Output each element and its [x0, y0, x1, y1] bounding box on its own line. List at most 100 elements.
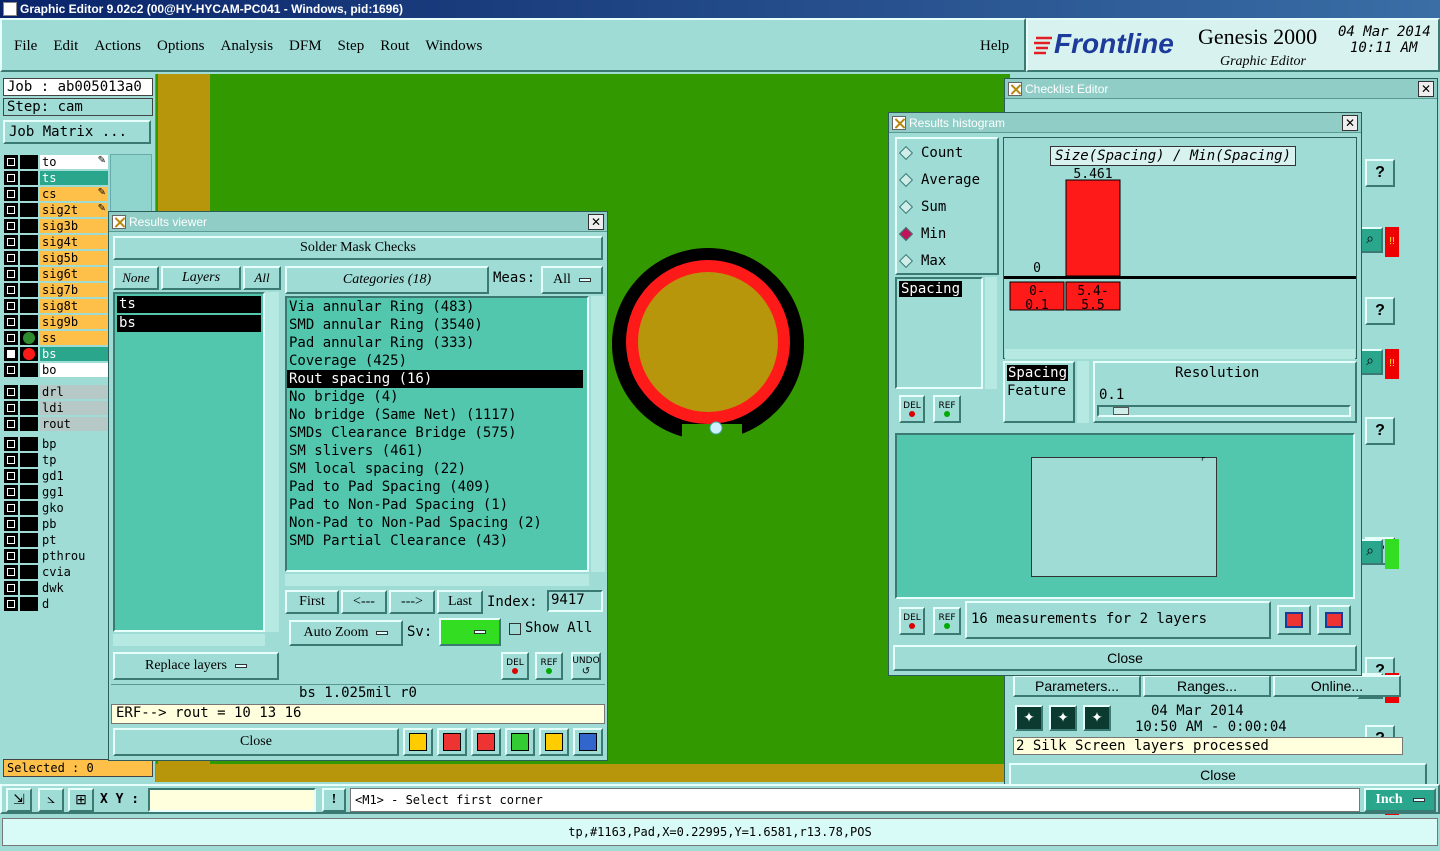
first-button[interactable]: First	[285, 590, 339, 614]
layer-checkbox[interactable]	[4, 283, 18, 297]
layer-checkbox[interactable]	[4, 251, 18, 265]
menu-file[interactable]: File	[14, 38, 37, 55]
preview-box[interactable]	[1031, 457, 1217, 577]
layer-checkbox[interactable]	[4, 549, 18, 563]
layer-checkbox[interactable]	[4, 331, 18, 345]
layer-checkbox[interactable]	[4, 347, 18, 361]
layer-row-ss[interactable]: ss	[4, 330, 108, 346]
menu-analysis[interactable]: Analysis	[221, 38, 274, 55]
layer-row-dwk[interactable]: dwk	[4, 580, 108, 596]
hist-ref-button-2[interactable]: REF	[933, 607, 961, 635]
layer-checkbox[interactable]	[4, 533, 18, 547]
category-item[interactable]: No bridge (4)	[287, 388, 583, 406]
layer-checkbox[interactable]	[4, 235, 18, 249]
menu-options[interactable]: Options	[157, 38, 205, 55]
layer-row-sig7b[interactable]: sig7b	[4, 282, 108, 298]
layers-button[interactable]: Layers	[161, 266, 241, 290]
exclaim-button[interactable]: !	[322, 788, 346, 812]
layer-row-gg1[interactable]: gg1	[4, 484, 108, 500]
category-item[interactable]: Rout spacing (16)	[287, 370, 583, 388]
show-all-checkbox[interactable]	[509, 623, 521, 635]
run-all-icon[interactable]: ✦	[1049, 705, 1077, 731]
spacing-option[interactable]: Spacing	[1007, 365, 1069, 381]
categories-button[interactable]: Categories (18)	[285, 266, 489, 294]
category-item[interactable]: Pad annular Ring (333)	[287, 334, 583, 352]
none-button[interactable]: None	[113, 266, 159, 290]
layer-row-to[interactable]: to ✎	[4, 154, 108, 170]
layer-list-vscroll[interactable]	[265, 292, 279, 632]
layer-row-sig5b[interactable]: sig5b	[4, 250, 108, 266]
menu-actions[interactable]: Actions	[94, 38, 141, 55]
close-icon[interactable]: ✕	[1342, 115, 1358, 131]
layer-row-pb[interactable]: pb	[4, 516, 108, 532]
meas-select[interactable]: All	[541, 266, 603, 294]
layer-checkbox[interactable]	[4, 401, 18, 415]
layer-checkbox[interactable]	[4, 453, 18, 467]
layer-list[interactable]: ts bs	[113, 292, 265, 632]
rv-close-button[interactable]: Close	[113, 728, 399, 756]
layer-checkbox[interactable]	[4, 171, 18, 185]
layer-checkbox[interactable]	[4, 517, 18, 531]
layer-row-drl[interactable]: drl	[4, 384, 108, 400]
mode-radio-sum[interactable]: Sum	[897, 193, 997, 220]
category-list[interactable]: Via annular Ring (483) SMD annular Ring (…	[285, 296, 589, 572]
category-item[interactable]: Via annular Ring (483)	[287, 298, 583, 316]
category-item[interactable]: SM local spacing (22)	[287, 460, 583, 478]
category-item[interactable]: SMD Partial Clearance (43)	[287, 532, 583, 550]
run-icon[interactable]: ✦	[1015, 705, 1043, 731]
metric-vscroll[interactable]	[985, 277, 997, 389]
rv-layer-item[interactable]: bs	[117, 315, 261, 332]
mode-radio-min[interactable]: Min	[897, 220, 997, 247]
layer-checkbox[interactable]	[4, 597, 18, 611]
metric-item[interactable]: Spacing	[899, 281, 963, 297]
layer-list-hscroll[interactable]	[113, 634, 265, 646]
layer-checkbox[interactable]	[4, 417, 18, 431]
chart-hscroll[interactable]	[1005, 349, 1355, 359]
layer-row-ldi[interactable]: ldi	[4, 400, 108, 416]
rv-layer-item[interactable]: ts	[117, 296, 261, 313]
job-matrix-button[interactable]: Job Matrix ...	[3, 120, 151, 144]
replace-layers-button[interactable]: Replace layers	[113, 652, 279, 680]
layer-row-sig4t[interactable]: sig4t	[4, 234, 108, 250]
layer-checkbox[interactable]	[4, 501, 18, 515]
layer-row-pt[interactable]: pt	[4, 532, 108, 548]
layer-checkbox[interactable]	[4, 385, 18, 399]
close-icon[interactable]: ✕	[588, 214, 604, 230]
select-tool-icon[interactable]: ⇲	[6, 788, 32, 812]
layer-checkbox[interactable]	[4, 299, 18, 313]
layer-checkbox[interactable]	[4, 485, 18, 499]
layer-row-sig9b[interactable]: sig9b	[4, 314, 108, 330]
prev-button[interactable]: <---	[341, 590, 387, 614]
category-item[interactable]: Pad to Pad Spacing (409)	[287, 478, 583, 496]
units-select[interactable]: Inch	[1364, 788, 1436, 812]
layer-row-bs[interactable]: bs	[4, 346, 108, 362]
resolution-slider-thumb[interactable]	[1113, 407, 1129, 415]
layer-row-gd1[interactable]: gd1	[4, 468, 108, 484]
layer-row-rout[interactable]: rout	[4, 416, 108, 432]
menu-edit[interactable]: Edit	[53, 38, 78, 55]
grid-tool-icon[interactable]: ⊞	[68, 788, 94, 812]
layer-checkbox[interactable]	[4, 315, 18, 329]
chart-tool-icon[interactable]	[573, 728, 603, 756]
sv-color-select[interactable]	[439, 618, 501, 646]
last-button[interactable]: Last	[437, 590, 483, 614]
layer-checkbox[interactable]	[4, 155, 18, 169]
layer-checkbox[interactable]	[4, 203, 18, 217]
run-selected-icon[interactable]: ✦	[1083, 705, 1111, 731]
hist-ref-button[interactable]: REF	[933, 395, 961, 423]
hist-close-button[interactable]: Close	[893, 645, 1357, 671]
report-tool-icon[interactable]	[539, 728, 569, 756]
category-item[interactable]: SMD annular Ring (3540)	[287, 316, 583, 334]
category-item[interactable]: No bridge (Same Net) (1117)	[287, 406, 583, 424]
metric-list[interactable]: Spacing	[895, 277, 983, 389]
hist-del-button[interactable]: DEL	[899, 395, 925, 423]
layer-row-bp[interactable]: bp	[4, 436, 108, 452]
layer-row-sig8t[interactable]: sig8t	[4, 298, 108, 314]
layer-row-tp[interactable]: tp	[4, 452, 108, 468]
xy-input[interactable]	[148, 788, 316, 812]
filter-tool-icon[interactable]	[471, 728, 501, 756]
feature-option[interactable]: Feature	[1007, 383, 1066, 399]
spacing-vscroll[interactable]	[1077, 361, 1089, 423]
layer-checkbox[interactable]	[4, 469, 18, 483]
ref-button[interactable]: REF	[535, 652, 563, 680]
